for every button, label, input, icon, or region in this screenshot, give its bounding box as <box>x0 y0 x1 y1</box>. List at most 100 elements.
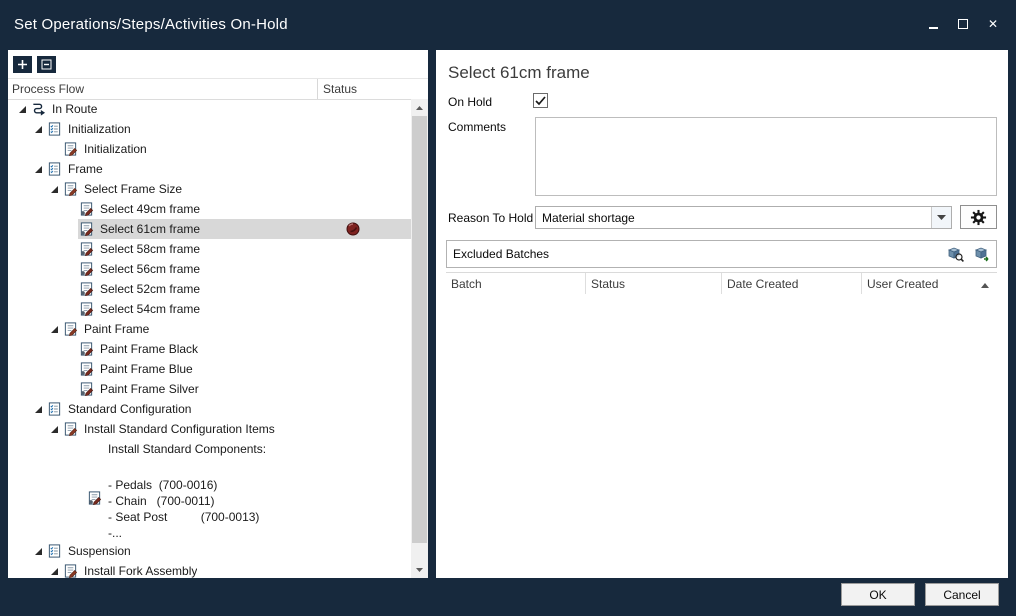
tree-item[interactable]: In Route <box>8 99 411 119</box>
collapse-all-icon <box>41 59 52 70</box>
ok-button[interactable]: OK <box>841 583 915 606</box>
tree-indent <box>8 199 78 219</box>
window-title: Set Operations/Steps/Activities On-Hold <box>14 16 288 33</box>
tree-indent <box>8 541 30 561</box>
scroll-down-icon[interactable] <box>411 561 428 578</box>
maximize-button[interactable] <box>956 17 970 31</box>
batches-table-body <box>446 294 997 575</box>
assign-batch-button[interactable] <box>969 242 996 266</box>
tree-item-label: Select Frame Size <box>84 182 182 196</box>
tree-indent <box>8 299 78 319</box>
expanded-caret-icon[interactable] <box>30 547 46 556</box>
tree-item[interactable]: Select 56cm frame <box>8 259 411 279</box>
tree-item-status-cell <box>318 399 411 419</box>
tree-item[interactable]: Initialization <box>8 139 411 159</box>
collapse-all-button[interactable] <box>37 56 56 73</box>
scrollbar-thumb[interactable] <box>412 116 427 543</box>
tree-item-label: Select 56cm frame <box>100 262 200 276</box>
scroll-up-icon[interactable] <box>411 99 428 116</box>
chevron-down-icon <box>937 215 946 220</box>
table-column-user-created[interactable]: User Created <box>862 273 997 294</box>
tree-item[interactable]: Select 58cm frame <box>8 239 411 259</box>
find-batch-button[interactable] <box>942 242 969 266</box>
expanded-caret-icon[interactable] <box>46 325 62 334</box>
column-header-process-flow[interactable]: Process Flow <box>8 79 318 99</box>
tree-item[interactable]: Install Fork Assembly <box>8 561 411 578</box>
tree-item[interactable]: Select 52cm frame <box>8 279 411 299</box>
tree-item[interactable]: Select 61cm frame <box>8 219 411 239</box>
tree-item[interactable]: Paint Frame Silver <box>8 379 411 399</box>
tree-item[interactable]: Install Standard Components: <box>8 439 411 459</box>
tree-item[interactable]: Initialization <box>8 119 411 139</box>
tree-item[interactable]: Standard Configuration <box>8 399 411 419</box>
expanded-caret-icon[interactable] <box>14 105 30 114</box>
tree-item-status-cell <box>318 541 411 561</box>
tree-item[interactable]: Paint Frame Blue <box>8 359 411 379</box>
expand-all-button[interactable] <box>13 56 32 73</box>
tree-indent <box>8 439 108 459</box>
tree-item-status-cell <box>318 475 411 541</box>
tree-toolbar <box>8 50 428 78</box>
tree-item-status-cell <box>318 239 411 259</box>
selected-activity-title: Select 61cm frame <box>448 63 590 83</box>
tree-item-label: Standard Configuration <box>68 402 191 416</box>
tree-item-label: Select 61cm frame <box>100 222 200 236</box>
tree-column-headers: Process Flow Status <box>8 78 428 100</box>
tree-item[interactable]: Frame <box>8 159 411 179</box>
operation-icon <box>46 543 62 559</box>
column-header-status[interactable]: Status <box>318 82 428 96</box>
combo-dropdown-button[interactable] <box>931 207 951 228</box>
tree-indent <box>8 279 78 299</box>
tree-item-label: Install Standard Components: <box>108 442 266 456</box>
tree-item-label: Select 52cm frame <box>100 282 200 296</box>
step-icon <box>62 321 78 337</box>
step-icon <box>62 563 78 578</box>
tree-item-label: Paint Frame Silver <box>100 382 199 396</box>
tree-item[interactable]: Suspension <box>8 541 411 561</box>
tree-indent <box>8 259 78 279</box>
expanded-caret-icon[interactable] <box>46 567 62 576</box>
table-column-date-created[interactable]: Date Created <box>722 273 862 294</box>
route-icon <box>30 101 46 117</box>
batches-table-header: BatchStatus Date Created User Created <box>446 272 997 295</box>
activity-icon <box>78 221 94 237</box>
tree-item-status-cell <box>318 139 411 159</box>
tree-scrollbar[interactable] <box>411 99 428 578</box>
close-button[interactable]: ✕ <box>986 17 1000 31</box>
tree-item-label: Paint Frame Black <box>100 342 198 356</box>
tree-item-status-cell <box>318 179 411 199</box>
activity-icon <box>78 201 94 217</box>
tree-item-status-cell <box>318 561 411 578</box>
table-column-label: Date Created <box>727 277 798 291</box>
tree-item[interactable]: Install Standard Configuration Items <box>8 419 411 439</box>
expanded-caret-icon[interactable] <box>30 405 46 414</box>
expanded-caret-icon[interactable] <box>46 425 62 434</box>
expanded-caret-icon[interactable] <box>46 185 62 194</box>
activity-icon <box>78 301 94 317</box>
cancel-button[interactable]: Cancel <box>925 583 999 606</box>
on-hold-checkbox[interactable] <box>533 93 548 108</box>
tree-item-components[interactable]: - Pedals (700-0016)- Chain (700-0011)- S… <box>8 475 411 541</box>
table-column-status[interactable]: Status <box>586 273 722 294</box>
tree-item-status-cell <box>318 219 411 239</box>
tree-item-label: Select 54cm frame <box>100 302 200 316</box>
tree-item[interactable]: Select 49cm frame <box>8 199 411 219</box>
tree-indent <box>8 359 78 379</box>
tree-item-status-cell <box>318 319 411 339</box>
tree-indent <box>8 399 30 419</box>
reason-to-hold-select[interactable]: Material shortage <box>535 206 952 229</box>
tree-item[interactable]: Select Frame Size <box>8 179 411 199</box>
activity-icon <box>78 341 94 357</box>
minimize-button[interactable] <box>926 17 940 31</box>
operation-icon <box>46 161 62 177</box>
tree-item[interactable]: Select 54cm frame <box>8 299 411 319</box>
table-column-batch[interactable]: Batch <box>446 273 586 294</box>
tree-item-label: Initialization <box>84 142 147 156</box>
expanded-caret-icon[interactable] <box>30 125 46 134</box>
tree-item[interactable]: Paint Frame <box>8 319 411 339</box>
tree-item-label: Install Fork Assembly <box>84 564 197 578</box>
expanded-caret-icon[interactable] <box>30 165 46 174</box>
reason-settings-button[interactable] <box>960 205 997 229</box>
comments-input[interactable] <box>535 117 997 196</box>
tree-item[interactable]: Paint Frame Black <box>8 339 411 359</box>
